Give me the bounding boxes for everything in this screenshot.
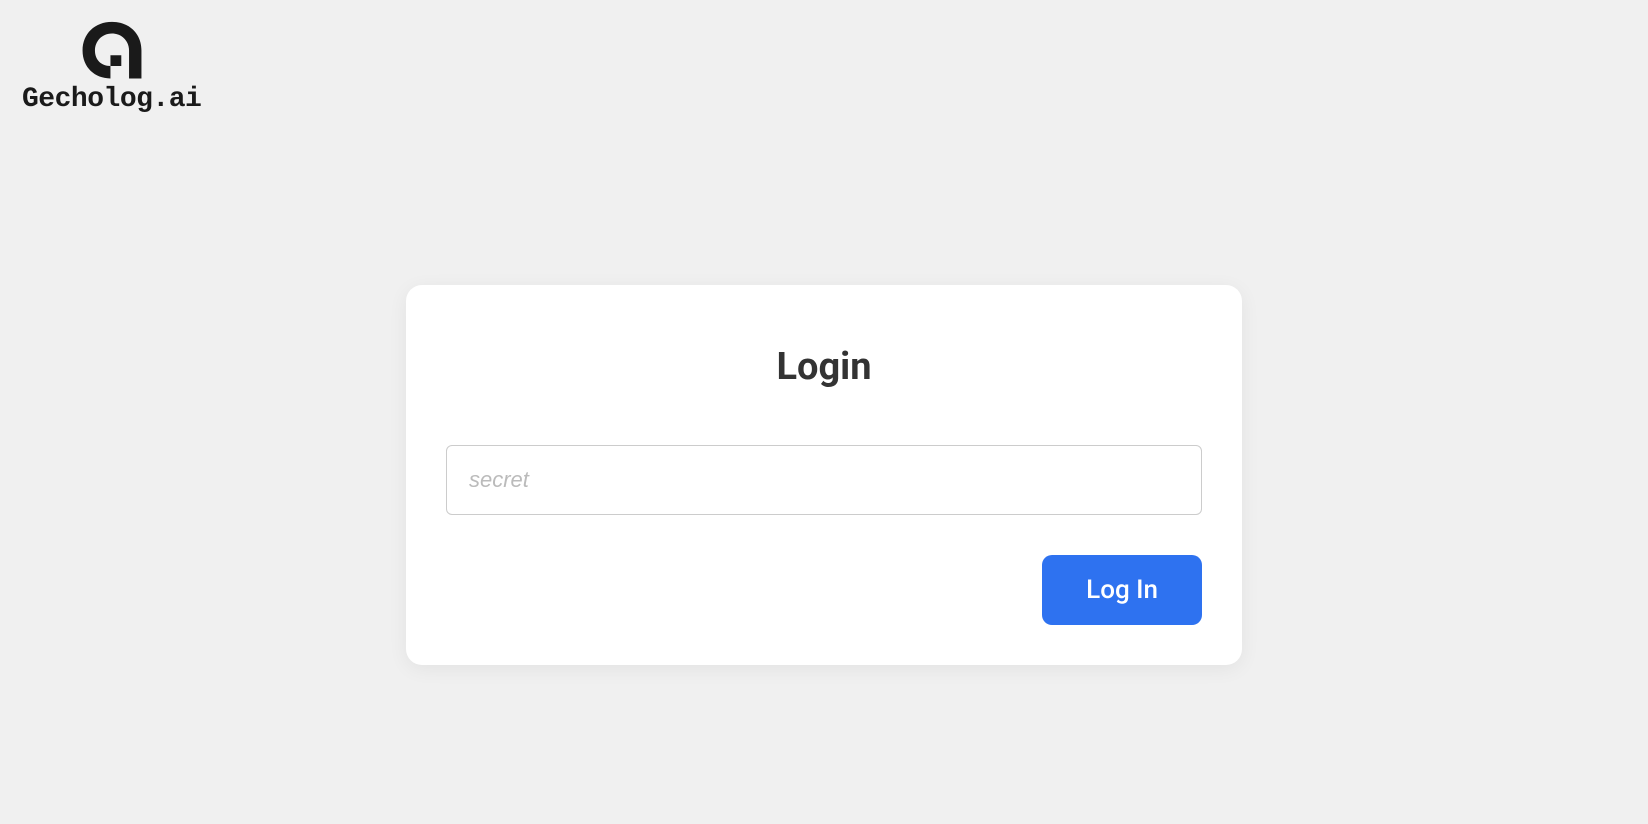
brand-logo: Gecholog.ai: [22, 18, 201, 115]
login-title: Login: [446, 345, 1202, 389]
brand-logo-icon: [73, 18, 151, 80]
login-card: Login Log In: [406, 285, 1242, 665]
login-button[interactable]: Log In: [1042, 555, 1202, 625]
brand-name: Gecholog.ai: [22, 84, 201, 115]
secret-input[interactable]: [446, 445, 1202, 515]
button-row: Log In: [446, 555, 1202, 625]
